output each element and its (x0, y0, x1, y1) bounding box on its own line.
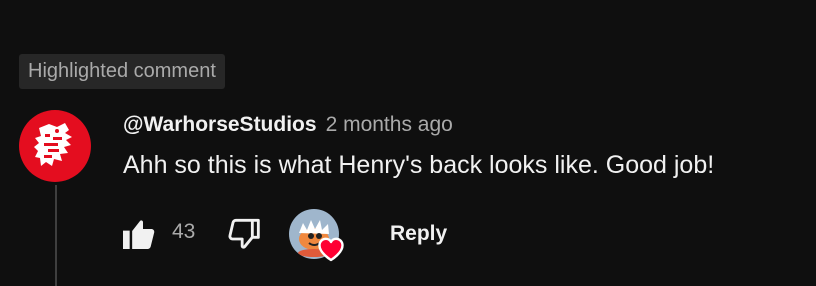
comment-section: Highlighted comment @WarhorseStudios 2 m… (0, 0, 816, 286)
like-button[interactable] (118, 214, 158, 254)
comment-header: @WarhorseStudios 2 months ago (123, 110, 453, 140)
heart-icon (318, 237, 344, 262)
like-count: 43 (172, 220, 196, 243)
author-avatar[interactable] (19, 110, 91, 182)
thumbs-down-icon (228, 218, 260, 249)
warhorse-logo-icon (34, 123, 72, 166)
reply-button[interactable]: Reply (376, 214, 461, 254)
comment-actions: 43 Reply (118, 209, 618, 262)
dislike-button[interactable] (224, 214, 264, 254)
author-name[interactable]: @WarhorseStudios (123, 113, 317, 137)
comment-timestamp[interactable]: 2 months ago (326, 113, 453, 137)
comment-text: Ahh so this is what Henry's back looks l… (123, 151, 715, 179)
thumbs-up-icon (123, 220, 155, 249)
highlighted-comment-badge[interactable]: Highlighted comment (19, 54, 225, 89)
thread-line (55, 185, 57, 286)
creator-heart[interactable] (289, 209, 345, 263)
